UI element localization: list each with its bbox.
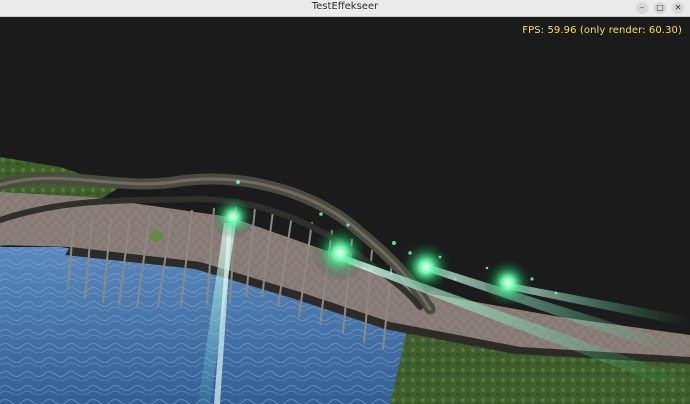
title-bar[interactable]: TestEffekseer – □ ✕ — [0, 0, 690, 17]
window-controls: – □ ✕ — [636, 2, 684, 14]
app-window: TestEffekseer – □ ✕ FPS: 59.96 (only ren… — [0, 0, 690, 404]
effect-particle-3 — [400, 241, 452, 293]
minimize-icon[interactable]: – — [636, 2, 648, 14]
maximize-icon[interactable]: □ — [654, 2, 666, 14]
fps-counter: FPS: 59.96 (only render: 60.30) — [522, 25, 682, 36]
scene-canvas — [0, 157, 690, 404]
render-viewport[interactable]: FPS: 59.96 (only render: 60.30) — [0, 17, 690, 404]
window-title: TestEffekseer — [311, 1, 379, 12]
deck-object — [149, 231, 163, 241]
effect-particle-2 — [312, 225, 368, 281]
effect-particle-4 — [483, 258, 533, 308]
effect-particle-1 — [211, 195, 255, 239]
close-icon[interactable]: ✕ — [672, 2, 684, 14]
